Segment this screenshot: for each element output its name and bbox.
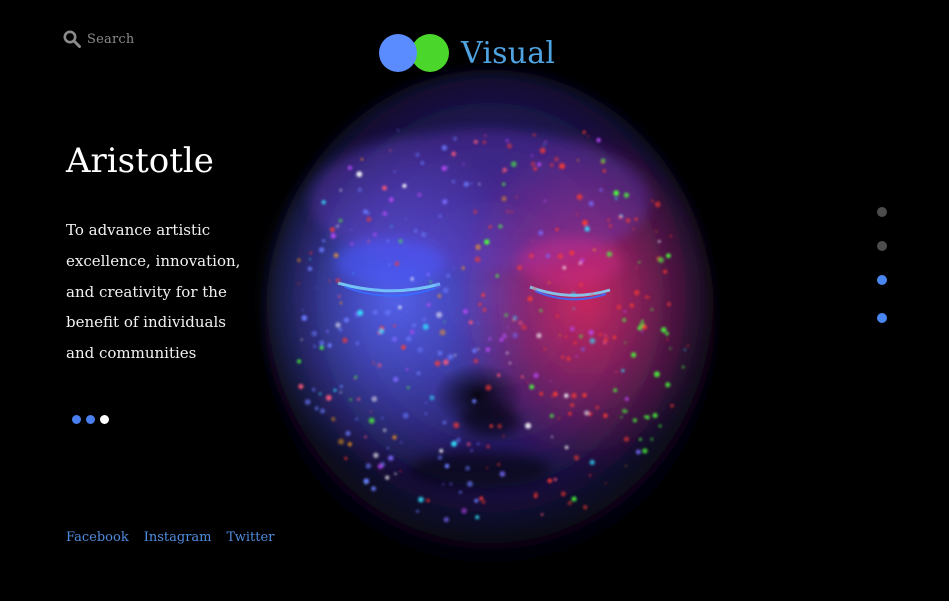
brand-name: Visual [461, 35, 556, 71]
search-bar[interactable]: Search [63, 28, 134, 50]
slider-dot-3[interactable] [100, 415, 109, 424]
search-icon[interactable] [63, 30, 81, 48]
slider-dot-2[interactable] [86, 415, 95, 424]
section-pager [877, 207, 887, 327]
hero-title: Aristotle [66, 141, 214, 181]
slider-dot-1[interactable] [72, 415, 81, 424]
facebook-link[interactable]: Facebook [66, 530, 129, 545]
pager-dot-4[interactable] [877, 313, 887, 323]
landing-page: Search Visual Aristotle To advance artis… [0, 0, 949, 601]
pager-dot-3[interactable] [877, 275, 887, 285]
twitter-link[interactable]: Twitter [227, 530, 275, 545]
logo-circle-blue [379, 34, 417, 72]
logo-circles-icon [379, 34, 451, 72]
slider-indicators [72, 415, 109, 424]
pager-dot-2[interactable] [877, 241, 887, 251]
pager-dot-1[interactable] [877, 207, 887, 217]
hero-tagline: To advance artistic excellence, innovati… [66, 221, 241, 363]
social-links: Facebook Instagram Twitter [66, 530, 274, 545]
search-input[interactable]: Search [87, 32, 134, 47]
brand-logo[interactable]: Visual [379, 33, 555, 73]
instagram-link[interactable]: Instagram [144, 530, 212, 545]
